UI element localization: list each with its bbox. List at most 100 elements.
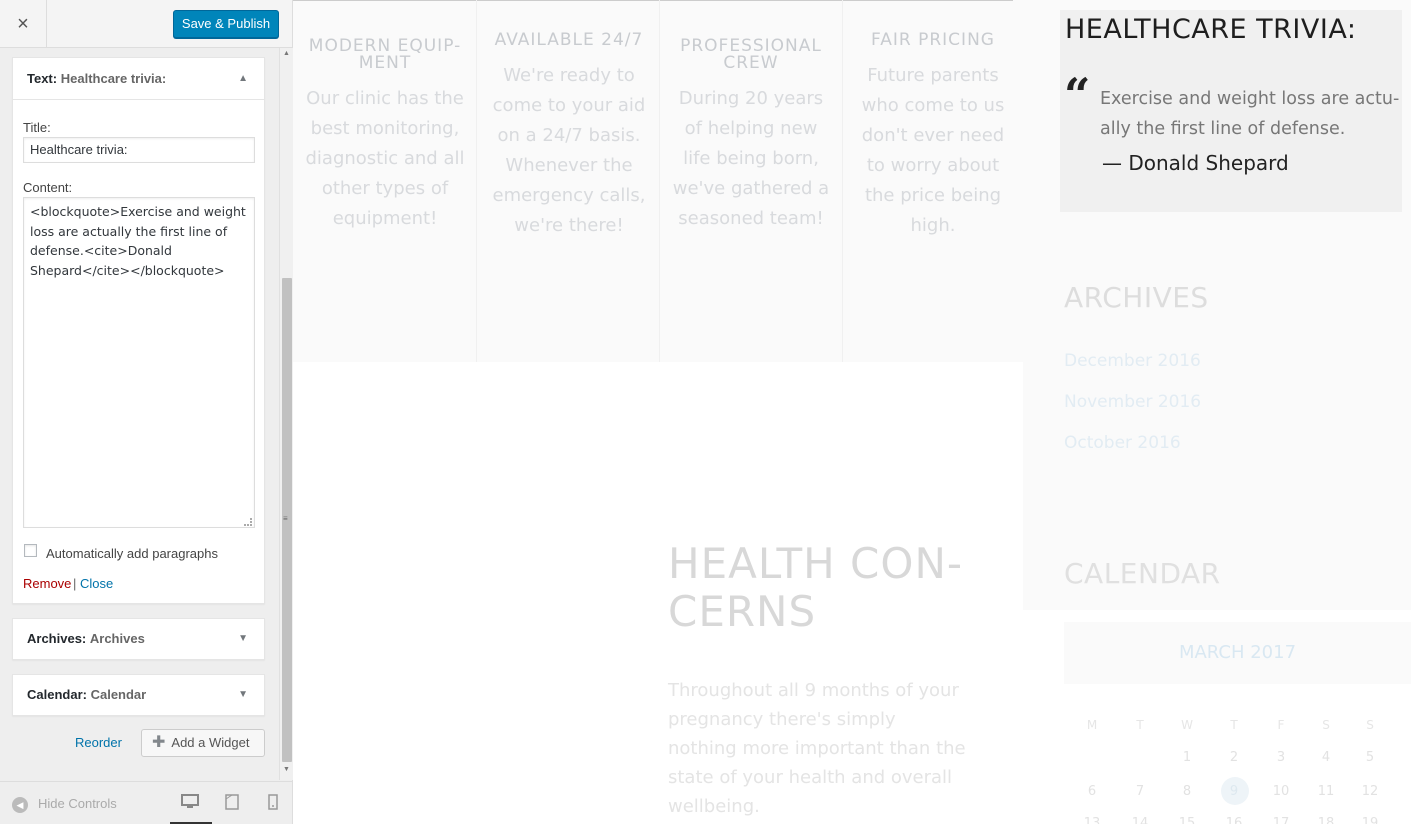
add-widget-label: Add a Widget	[171, 735, 250, 750]
quote-cite: — Donald Shepard	[1102, 151, 1289, 175]
auto-paragraphs-label: Automatically add paragraphs	[46, 546, 218, 561]
quote-text: Exercise and weight loss are actu- ally …	[1100, 89, 1400, 139]
mobile-icon[interactable]	[263, 794, 283, 814]
collapse-arrow-icon[interactable]: ▲	[238, 58, 248, 100]
calendar-weekday: S	[1322, 718, 1330, 732]
link-separator: |	[73, 576, 77, 591]
widget-text-header[interactable]: Text: Healthcare trivia: ▲	[13, 58, 264, 100]
calendar-day: 13	[1083, 816, 1101, 824]
close-link[interactable]: Close	[80, 576, 113, 591]
calendar-month: MARCH 2017	[1178, 642, 1297, 663]
calendar-day: 3	[1276, 750, 1286, 765]
hide-controls-label: Hide Controls	[38, 796, 117, 811]
calendar-weekday: M	[1086, 718, 1098, 732]
collapse-left-icon: ◀	[12, 797, 28, 813]
calendar-day: 10	[1272, 784, 1290, 799]
plus-icon: ✚	[152, 734, 166, 751]
feature-title: MODERN EQUIP- MENT	[308, 36, 462, 73]
calendar-weekday: W	[1181, 718, 1193, 732]
feature-divider	[842, 0, 843, 362]
calendar-day: 5	[1365, 750, 1375, 765]
remove-link[interactable]: Remove	[23, 576, 71, 591]
calendar-day: 11	[1317, 784, 1335, 799]
calendar-title: CALENDAR	[1064, 557, 1221, 590]
calendar-day-today: 9	[1229, 784, 1239, 799]
scroll-down-icon[interactable]: ▼	[283, 766, 290, 773]
feature-divider	[659, 0, 660, 362]
calendar-day: 15	[1178, 816, 1196, 824]
archive-link[interactable]: October 2016	[1064, 433, 1181, 453]
content-label: Content:	[23, 180, 73, 195]
calendar-day: 8	[1182, 784, 1192, 799]
feature-text: We're ready to come to your aid on a 24/…	[492, 65, 646, 236]
site-preview: MODERN EQUIP- MENT Our clinic has the be…	[293, 0, 1411, 824]
quote-icon: “	[1064, 68, 1091, 122]
widget-name-label: Healthcare trivia:	[60, 71, 167, 86]
calendar-weekday: T	[1136, 718, 1144, 732]
content-textarea[interactable]: <blockquote>Exercise and weight loss are…	[23, 197, 255, 528]
widget-type-label: Text:	[27, 71, 58, 86]
calendar-day: 7	[1135, 784, 1145, 799]
health-concerns-title: HEALTH CON- CERNS	[668, 539, 964, 636]
feature-title: AVAILABLE 24/7	[494, 30, 644, 50]
calendar-day: 6	[1087, 784, 1097, 799]
tablet-icon[interactable]	[222, 794, 242, 814]
feature-title: FAIR PRICING	[871, 30, 995, 50]
hide-controls-button[interactable]: ◀ Hide Controls	[12, 796, 117, 813]
widget-name-label: Archives	[89, 631, 145, 646]
widget-archives[interactable]: Archives: Archives ▼	[12, 618, 265, 660]
calendar-day: 17	[1272, 816, 1290, 824]
feature-text: Future parents who come to us don't ever…	[861, 65, 1005, 236]
title-input[interactable]: Healthcare trivia:	[23, 137, 255, 163]
calendar-weekday: F	[1277, 718, 1285, 732]
desktop-icon[interactable]	[180, 794, 200, 814]
calendar-widget: MARCH 2017 M T W T F S S 1 2 3 4 5 6 7 8…	[1064, 622, 1411, 824]
health-concerns-text: Throughout all 9 months of your pregnanc…	[668, 680, 966, 817]
add-widget-button[interactable]: ✚ Add a Widget	[141, 729, 265, 757]
scroll-up-icon[interactable]: ▲	[283, 50, 290, 57]
calendar-day: 4	[1321, 750, 1331, 765]
trivia-title: HEALTHCARE TRIVIA:	[1065, 14, 1357, 45]
calendar-weekday: S	[1366, 718, 1374, 732]
trivia-widget[interactable]: HEALTHCARE TRIVIA: “ Exercise and weight…	[1060, 10, 1402, 212]
archive-link[interactable]: December 2016	[1064, 351, 1201, 371]
expand-arrow-icon[interactable]: ▼	[238, 675, 248, 715]
expand-arrow-icon[interactable]: ▼	[238, 619, 248, 659]
feature-column: FAIR PRICING Future parents who come to …	[853, 32, 1013, 241]
reorder-link[interactable]: Reorder	[75, 735, 122, 750]
calendar-weekday: T	[1230, 718, 1238, 732]
customizer-header: × Save & Publish	[0, 0, 292, 48]
feature-column: MODERN EQUIP- MENT Our clinic has the be…	[305, 38, 465, 234]
widget-type-label: Calendar:	[27, 687, 87, 702]
title-label: Title:	[23, 120, 51, 135]
top-divider	[293, 0, 1013, 1]
sidebar-scrollbar[interactable]: ▲ ≡ ▼	[279, 48, 293, 780]
calendar-day: 19	[1361, 816, 1379, 824]
widget-calendar-header[interactable]: Calendar: Calendar ▼	[13, 675, 264, 715]
feature-title: PROFESSIONAL CREW	[680, 36, 822, 73]
calendar-day: 2	[1229, 750, 1239, 765]
customizer-footer: ◀ Hide Controls	[0, 781, 292, 824]
archive-link[interactable]: November 2016	[1064, 392, 1201, 412]
feature-column: PROFESSIONAL CREW During 20 years of hel…	[671, 38, 831, 234]
resize-grip-icon[interactable]	[244, 518, 252, 526]
close-icon[interactable]: ×	[0, 0, 47, 48]
feature-divider	[476, 0, 477, 362]
widget-archives-header[interactable]: Archives: Archives ▼	[13, 619, 264, 659]
calendar-day: 1	[1182, 750, 1192, 765]
widget-text: Text: Healthcare trivia: ▲ Title: Health…	[12, 57, 265, 604]
save-publish-button[interactable]: Save & Publish	[173, 10, 279, 38]
widget-name-label: Calendar	[90, 687, 147, 702]
auto-paragraphs-checkbox[interactable]	[24, 544, 37, 557]
calendar-day: 16	[1225, 816, 1243, 824]
widget-type-label: Archives:	[27, 631, 87, 646]
calendar-day: 14	[1131, 816, 1149, 824]
widget-calendar[interactable]: Calendar: Calendar ▼	[12, 674, 265, 716]
scroll-grip-icon: ≡	[283, 514, 288, 523]
feature-text: Our clinic has the best monitoring, diag…	[305, 88, 465, 229]
calendar-day: 12	[1361, 784, 1379, 799]
feature-text: During 20 years of helping new life bein…	[672, 88, 830, 229]
calendar-day: 18	[1317, 816, 1335, 824]
archives-title: ARCHIVES	[1064, 281, 1209, 314]
customizer-sidebar: × Save & Publish Text: Healthcare trivia…	[0, 0, 293, 824]
